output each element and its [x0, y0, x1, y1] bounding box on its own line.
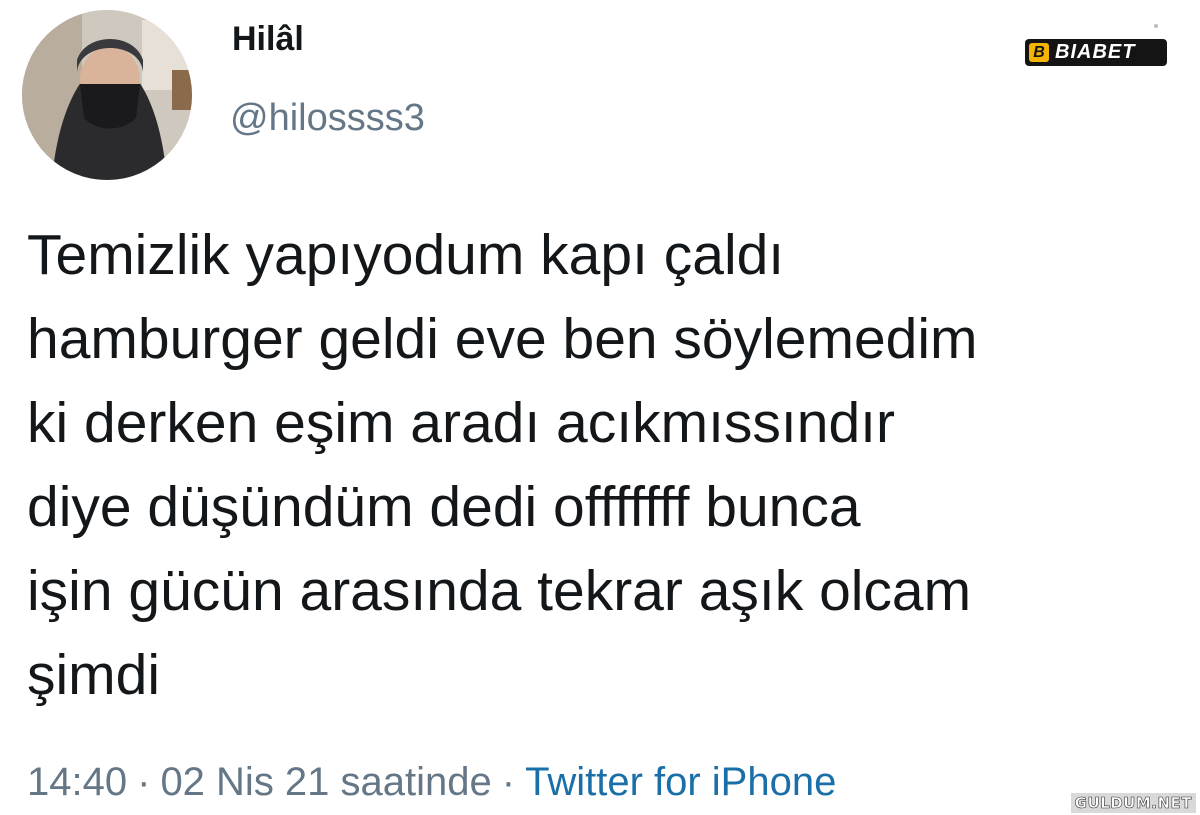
avatar[interactable]	[22, 10, 192, 180]
tweet-text-line: diye düşündüm dedi offfffff bunca	[27, 475, 861, 539]
tweet-meta: 14:40 · 02 Nis 21 saatinde · Twitter for iPh…	[27, 760, 836, 805]
tweet-text-line: hamburger geldi eve ben söylemedim	[27, 307, 978, 371]
tweet-text-line: ki derken eşim aradı acıkmıssındır	[27, 391, 895, 455]
tweet-time[interactable]: 14:40	[27, 760, 127, 804]
brand-logo: B BIABET	[1025, 39, 1167, 66]
brand-logo-text: BIABET	[1055, 41, 1136, 63]
more-options-icon[interactable]	[1154, 24, 1158, 28]
tweet-source-link[interactable]: Twitter for iPhone	[525, 760, 836, 804]
tweet-date[interactable]: 02 Nis 21 saatinde	[160, 760, 491, 804]
tweet-text-line: Temizlik yapıyodum kapı çaldı	[27, 223, 785, 287]
tweet-text: Temizlik yapıyodum kapı çaldı hamburger …	[27, 213, 1187, 717]
avatar-photo	[22, 10, 192, 180]
tweet-text-line: işin gücün arasında tekrar aşık olcam	[27, 559, 972, 623]
user-handle[interactable]: @hilossss3	[230, 97, 425, 140]
tweet-text-line: şimdi	[27, 643, 161, 707]
meta-separator: ·	[501, 760, 516, 804]
brand-logo-icon: B	[1029, 43, 1049, 62]
display-name[interactable]: Hilâl	[232, 20, 304, 59]
site-watermark: GULDUM.NET	[1070, 793, 1196, 813]
meta-separator: ·	[137, 760, 151, 804]
